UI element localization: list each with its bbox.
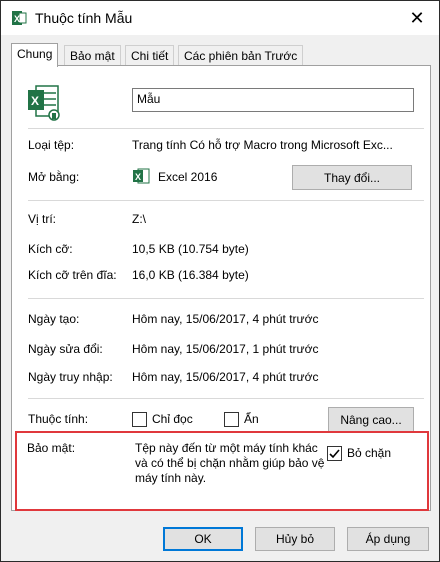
- readonly-checkbox[interactable]: [132, 412, 147, 427]
- excel-file-icon: X: [28, 85, 60, 121]
- accessed-label: Ngày truy nhập:: [28, 370, 113, 384]
- tab-details[interactable]: Chi tiết: [125, 45, 175, 66]
- ok-button[interactable]: OK: [163, 527, 243, 551]
- file-name-value: Mẫu: [137, 92, 161, 106]
- change-button[interactable]: Thay đổi...: [292, 165, 412, 190]
- created-value: Hôm nay, 15/06/2017, 4 phút trước: [132, 312, 319, 326]
- divider: [28, 200, 424, 201]
- svg-text:X: X: [14, 14, 20, 24]
- size-on-disk-value: 16,0 KB (16.384 byte): [132, 268, 249, 282]
- modified-label: Ngày sửa đổi:: [28, 342, 103, 356]
- attributes-label: Thuộc tính:: [28, 412, 89, 426]
- opens-with-label: Mở bằng:: [28, 170, 80, 184]
- title-bar: X Thuộc tính Mẫu ✕: [1, 1, 439, 35]
- checkmark-icon: [329, 449, 340, 459]
- created-label: Ngày tạo:: [28, 312, 80, 326]
- opens-with-value: Excel 2016: [158, 170, 218, 184]
- readonly-label: Chỉ đọc: [152, 412, 193, 426]
- accessed-value: Hôm nay, 15/06/2017, 4 phút trước: [132, 370, 319, 384]
- excel-title-icon: X: [12, 11, 27, 25]
- hidden-label: Ẩn: [244, 412, 259, 426]
- close-icon[interactable]: ✕: [395, 1, 439, 35]
- window-title: Thuộc tính Mẫu: [35, 10, 133, 26]
- svg-text:X: X: [135, 172, 141, 182]
- size-label: Kích cỡ:: [28, 242, 73, 256]
- apply-button[interactable]: Áp dụng: [347, 527, 429, 551]
- file-type-value: Trang tính Có hỗ trợ Macro trong Microso…: [132, 138, 393, 152]
- properties-dialog: X Thuộc tính Mẫu ✕ Chung Bảo mật Chi tiế…: [0, 0, 440, 562]
- unblock-checkbox[interactable]: [327, 446, 342, 461]
- tab-previous-versions[interactable]: Các phiên bản Trước: [178, 45, 304, 66]
- location-label: Vị trí:: [28, 212, 57, 226]
- file-name-input[interactable]: Mẫu: [132, 88, 414, 112]
- location-value: Z:\: [132, 212, 146, 226]
- security-message: Tệp này đến từ một máy tính khác và có t…: [135, 441, 325, 485]
- hidden-checkbox[interactable]: [224, 412, 239, 427]
- cancel-button[interactable]: Hủy bỏ: [255, 527, 335, 551]
- excel-app-icon: X: [133, 168, 150, 184]
- modified-value: Hôm nay, 15/06/2017, 1 phút trước: [132, 342, 319, 356]
- advanced-button[interactable]: Nâng cao...: [328, 407, 414, 432]
- tab-general[interactable]: Chung: [11, 43, 59, 67]
- unblock-label: Bỏ chặn: [347, 446, 392, 460]
- divider: [28, 298, 424, 299]
- security-label: Bảo mật:: [27, 441, 76, 455]
- size-on-disk-label: Kích cỡ trên đĩa:: [28, 268, 117, 282]
- dialog-footer: OK Hủy bỏ Áp dụng: [1, 517, 439, 561]
- divider: [28, 398, 424, 399]
- divider: [28, 128, 424, 129]
- tab-security[interactable]: Bảo mật: [64, 45, 121, 66]
- file-type-label: Loại tệp:: [28, 138, 75, 152]
- svg-text:X: X: [31, 94, 39, 108]
- size-value: 10,5 KB (10.754 byte): [132, 242, 249, 256]
